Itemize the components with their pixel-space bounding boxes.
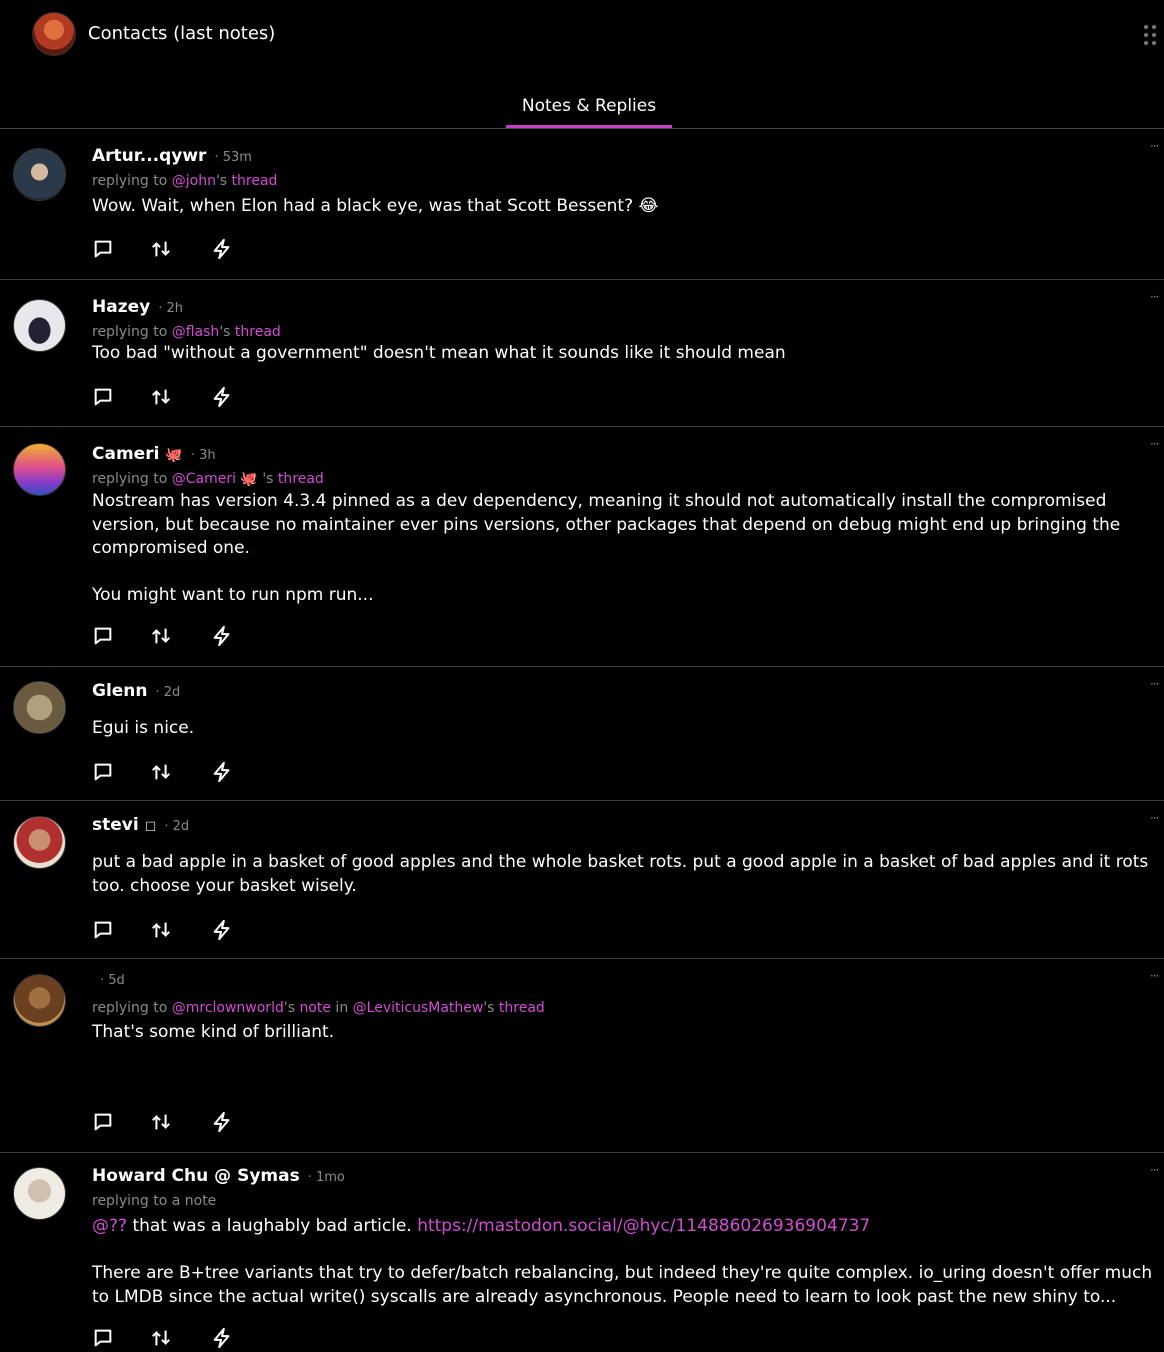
reply-icon[interactable] xyxy=(92,386,114,410)
note-actions xyxy=(92,625,252,649)
note-content-intro: @?? that was a laughably bad article. ht… xyxy=(92,1216,871,1236)
avatar[interactable] xyxy=(13,443,66,496)
zap-icon[interactable] xyxy=(211,386,233,410)
note-time: · 2d xyxy=(155,685,181,700)
note-item[interactable]: · 5d replying to @mrclownworld's note in… xyxy=(0,959,1164,1153)
repost-icon[interactable] xyxy=(150,386,172,410)
avatar[interactable] xyxy=(13,974,66,1027)
mention-link[interactable]: @flash xyxy=(172,324,220,340)
note-actions xyxy=(92,386,252,410)
thread-link[interactable]: thread xyxy=(235,324,281,340)
note-actions xyxy=(92,238,252,262)
note-item[interactable]: Hazey · 2h replying to @flash's thread T… xyxy=(0,280,1164,427)
mention-link[interactable]: @john xyxy=(172,173,216,189)
zap-icon[interactable] xyxy=(211,1111,233,1135)
note-item[interactable]: Glenn · 2d Egui is nice. ··· xyxy=(0,667,1164,801)
note-time: · 2h xyxy=(158,301,183,316)
note-actions xyxy=(92,1327,252,1351)
zap-icon[interactable] xyxy=(211,238,233,262)
url-link[interactable]: https://mastodon.social/@hyc/11488602693… xyxy=(417,1216,870,1236)
mention-link[interactable]: @?? xyxy=(92,1216,127,1236)
repost-icon[interactable] xyxy=(150,1327,172,1351)
repost-icon[interactable] xyxy=(150,238,172,262)
note-content: Wow. Wait, when Elon had a black eye, wa… xyxy=(92,196,659,216)
page-title: Contacts (last notes) xyxy=(88,23,276,44)
note-content: There are B+tree variants that try to de… xyxy=(92,1263,1158,1307)
note-options-icon[interactable]: ··· xyxy=(1150,1163,1160,1177)
avatar[interactable] xyxy=(13,816,66,869)
reply-icon[interactable] xyxy=(92,1111,114,1135)
avatar[interactable] xyxy=(13,1167,66,1220)
reply-context: replying to @john's thread xyxy=(92,173,278,189)
note-content: Nostream has version 4.3.4 pinned as a d… xyxy=(92,491,1121,605)
reply-context: replying to @flash's thread xyxy=(92,324,281,340)
mention-link[interactable]: @Cameri 🐙 xyxy=(172,471,258,487)
note-time: · 1mo xyxy=(307,1170,345,1185)
note-time: · 2d xyxy=(164,819,190,834)
reply-icon[interactable] xyxy=(92,919,114,943)
zap-icon[interactable] xyxy=(211,761,233,785)
note-options-icon[interactable]: ··· xyxy=(1150,969,1160,983)
reply-context: replying to @mrclownworld's note in @Lev… xyxy=(92,1000,545,1016)
avatar[interactable] xyxy=(13,681,66,734)
tab-bar: Notes & Replies xyxy=(0,86,1164,129)
zap-icon[interactable] xyxy=(211,919,233,943)
note-item[interactable]: Howard Chu @ Symas · 1mo replying to a n… xyxy=(0,1153,1164,1352)
author-name[interactable]: Howard Chu @ Symas xyxy=(92,1166,300,1186)
reply-icon[interactable] xyxy=(92,1327,114,1351)
reply-context: replying to @Cameri 🐙 's thread xyxy=(92,471,324,487)
app-window: Contacts (last notes) Notes & Replies Ar… xyxy=(0,0,1164,1352)
note-content: put a bad apple in a basket of good appl… xyxy=(92,852,1154,896)
repost-icon[interactable] xyxy=(150,761,172,785)
mention-link[interactable]: @LeviticusMathew xyxy=(353,1000,484,1016)
author-badge-icon: ◻ xyxy=(144,818,157,834)
repost-icon[interactable] xyxy=(150,1111,172,1135)
note-item[interactable]: Cameri 🐙 · 3h replying to @Cameri 🐙 's t… xyxy=(0,427,1164,667)
avatar[interactable] xyxy=(13,148,66,201)
note-actions xyxy=(92,1111,252,1135)
note-time: · 5d xyxy=(100,973,125,988)
author-name[interactable]: Hazey xyxy=(92,297,150,317)
note-options-icon[interactable]: ··· xyxy=(1150,811,1160,825)
note-content: Egui is nice. xyxy=(92,718,195,738)
repost-icon[interactable] xyxy=(150,625,172,649)
tab-notes-replies[interactable]: Notes & Replies xyxy=(506,86,672,128)
reply-icon[interactable] xyxy=(92,761,114,785)
note-time: · 3h xyxy=(190,448,216,463)
mention-link[interactable]: @mrclownworld xyxy=(172,1000,284,1016)
avatar[interactable] xyxy=(13,299,66,352)
note-item[interactable]: stevi ◻ · 2d put a bad apple in a basket… xyxy=(0,801,1164,959)
author-name[interactable]: Glenn xyxy=(92,681,148,701)
note-options-icon[interactable]: ··· xyxy=(1150,290,1160,304)
note-link[interactable]: note xyxy=(299,1000,331,1016)
note-actions xyxy=(92,919,252,943)
zap-icon[interactable] xyxy=(211,625,233,649)
note-options-icon[interactable]: ··· xyxy=(1150,677,1160,691)
note-options-icon[interactable]: ··· xyxy=(1150,437,1160,451)
author-name[interactable]: Artur...qywr xyxy=(92,146,206,166)
note-item[interactable]: Artur...qywr · 53m replying to @john's t… xyxy=(0,129,1164,280)
author-name[interactable]: Cameri xyxy=(92,444,159,464)
note-content: Too bad "without a government" doesn't m… xyxy=(92,343,786,363)
reply-context: replying to a note xyxy=(92,1193,217,1209)
note-time: · 53m xyxy=(214,150,252,165)
thread-link[interactable]: thread xyxy=(499,1000,545,1016)
note-options-icon[interactable]: ··· xyxy=(1150,139,1160,153)
reply-icon[interactable] xyxy=(92,238,114,262)
note-content: That's some kind of brilliant. xyxy=(92,1022,335,1042)
author-badge-icon: 🐙 xyxy=(165,447,183,463)
thread-link[interactable]: thread xyxy=(278,471,324,487)
header-avatar[interactable] xyxy=(32,12,76,56)
zap-icon[interactable] xyxy=(211,1327,233,1351)
thread-link[interactable]: thread xyxy=(232,173,278,189)
note-actions xyxy=(92,761,252,785)
reply-icon[interactable] xyxy=(92,625,114,649)
header: Contacts (last notes) xyxy=(0,0,1164,70)
repost-icon[interactable] xyxy=(150,919,172,943)
more-menu-icon[interactable] xyxy=(1144,25,1158,47)
author-name[interactable]: stevi xyxy=(92,815,139,835)
